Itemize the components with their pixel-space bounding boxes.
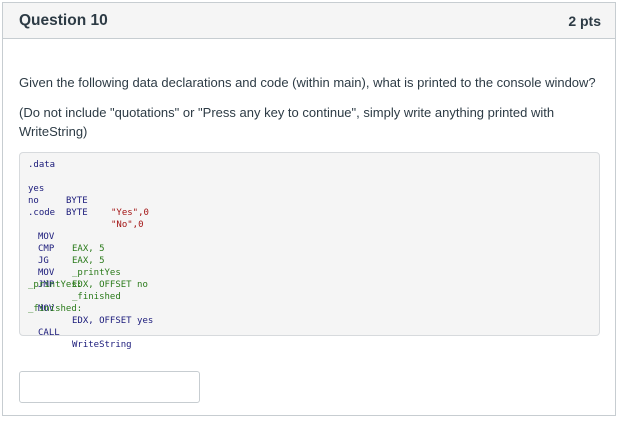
code-label-printyes: _printYes: bbox=[28, 280, 83, 290]
question-prompt: Given the following data declarations an… bbox=[19, 75, 596, 90]
question-title: Question 10 bbox=[19, 11, 108, 29]
question-header: Question 10 2 pts bbox=[3, 3, 615, 39]
code-data-directive: .data bbox=[28, 160, 56, 170]
code-line-op: CALL bbox=[38, 328, 60, 338]
code-block: .data yes BYTE "Yes",0 no BYTE "No",0 .c… bbox=[19, 152, 600, 350]
code-line-arg: WriteString bbox=[72, 340, 132, 350]
answer-input[interactable] bbox=[19, 371, 200, 403]
code-code-directive: .code bbox=[28, 208, 56, 218]
question-card: Question 10 2 pts Given the following da… bbox=[2, 2, 616, 416]
question-points: 2 pts bbox=[568, 12, 601, 29]
code-no-label: no bbox=[28, 196, 39, 206]
question-note: (Do not include "quotations" or "Press a… bbox=[19, 105, 555, 139]
question-body: Given the following data declarations an… bbox=[3, 74, 615, 403]
code-label-finished: _finished: bbox=[28, 304, 83, 314]
